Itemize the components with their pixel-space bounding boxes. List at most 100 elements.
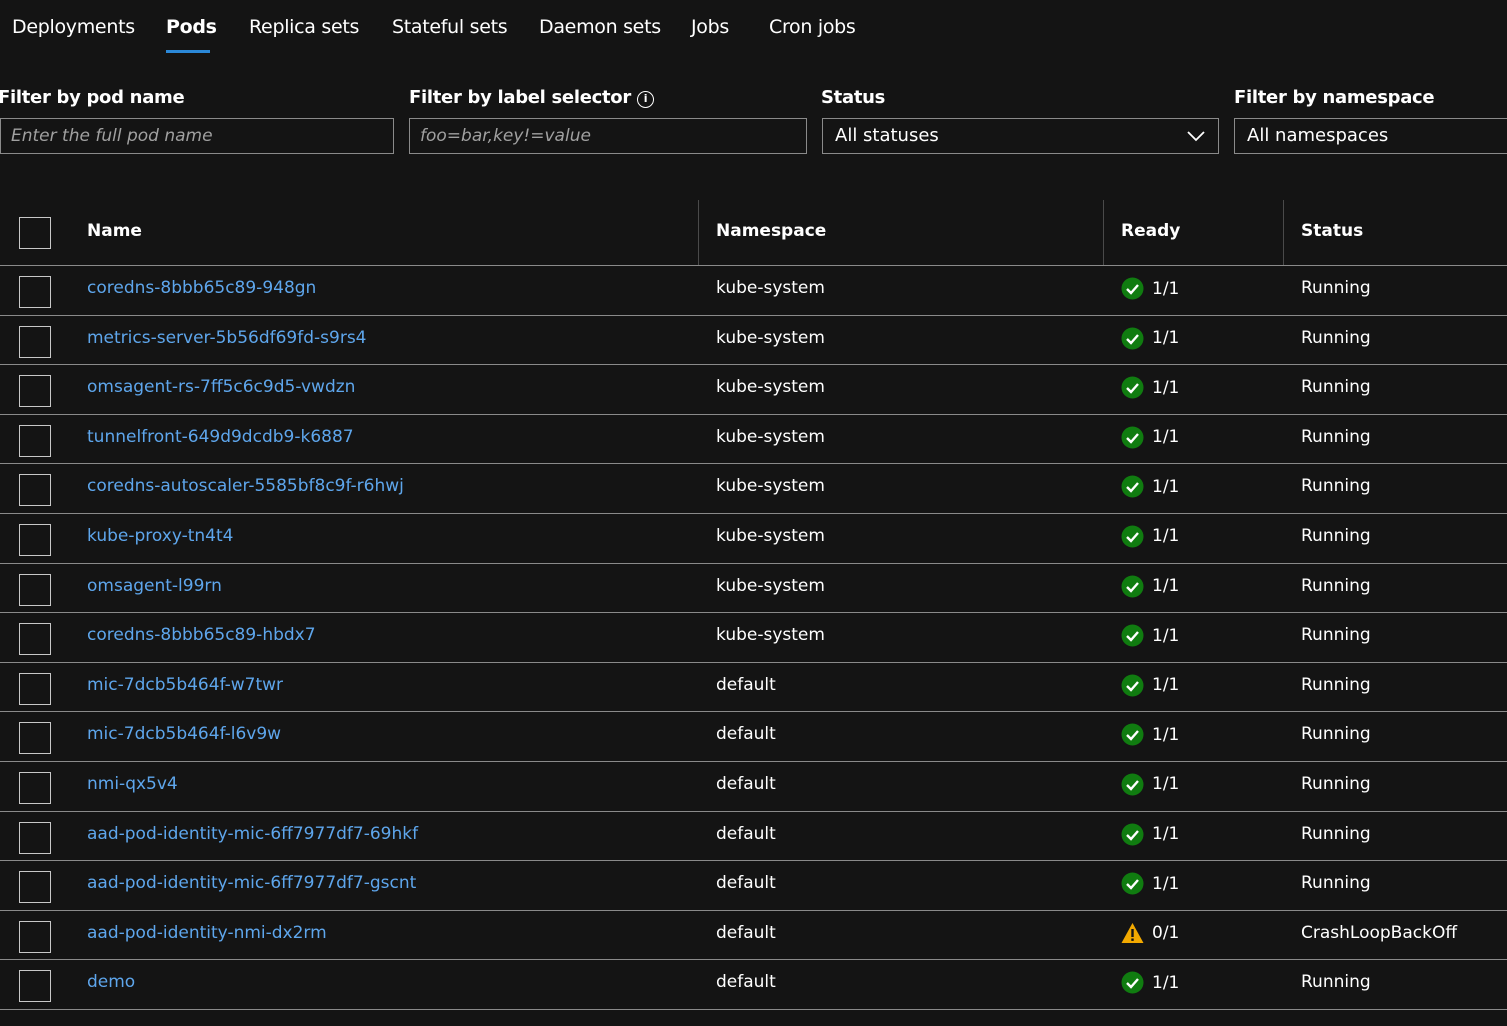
- table-row[interactable]: nmi-qx5v4 default 1/1 Running: [0, 762, 1507, 812]
- pod-name-link[interactable]: mic-7dcb5b464f-w7twr: [87, 675, 283, 695]
- check-circle-icon: [1121, 376, 1152, 399]
- pod-name-link[interactable]: omsagent-rs-7ff5c6c9d5-vwdzn: [87, 377, 355, 397]
- row-checkbox[interactable]: [19, 970, 51, 1003]
- pod-namespace: kube-system: [716, 476, 825, 497]
- row-checkbox[interactable]: [19, 276, 51, 308]
- pod-name-link[interactable]: aad-pod-identity-nmi-dx2rm: [87, 923, 327, 943]
- tab-replica-sets[interactable]: Replica sets: [249, 16, 359, 38]
- row-checkbox[interactable]: [19, 474, 51, 507]
- table-row[interactable]: coredns-8bbb65c89-948gn kube-system 1/1 Run…: [0, 266, 1507, 316]
- row-checkbox[interactable]: [19, 573, 51, 606]
- pod-status: Running: [1301, 426, 1371, 447]
- pod-ready: 1/1: [1121, 376, 1179, 399]
- tab-daemon-sets[interactable]: Daemon sets: [539, 16, 661, 38]
- pod-name-link[interactable]: omsagent-l99rn: [87, 576, 222, 596]
- pod-namespace: kube-system: [716, 377, 825, 398]
- table-row[interactable]: aad-pod-identity-nmi-dx2rm default 0/1 Cras…: [0, 911, 1507, 961]
- row-checkbox[interactable]: [19, 672, 51, 705]
- pod-ready-count: 1/1: [1152, 625, 1180, 646]
- table-row[interactable]: coredns-8bbb65c89-hbdx7 kube-system 1/1 Run…: [0, 613, 1507, 663]
- pod-name-link[interactable]: tunnelfront-649d9dcdb9-k6887: [87, 427, 354, 447]
- pod-ready-count: 1/1: [1152, 377, 1180, 398]
- table-row[interactable]: mic-7dcb5b464f-l6v9w default 1/1 Running: [0, 712, 1507, 762]
- select-all-checkbox[interactable]: [19, 217, 51, 249]
- pod-namespace: default: [716, 972, 776, 993]
- check-circle-icon: [1121, 575, 1152, 598]
- label-selector-filter-label: Filter by label selector i: [409, 87, 654, 108]
- pod-name-link[interactable]: aad-pod-identity-mic-6ff7977df7-gscnt: [87, 873, 416, 893]
- table-row[interactable]: omsagent-rs-7ff5c6c9d5-vwdzn kube-system 1…: [0, 365, 1507, 415]
- column-header-status[interactable]: Status: [1301, 221, 1363, 241]
- column-header-namespace[interactable]: Namespace: [716, 221, 826, 241]
- pod-name-link[interactable]: nmi-qx5v4: [87, 774, 178, 794]
- pod-name-link[interactable]: kube-proxy-tn4t4: [87, 526, 233, 546]
- pod-ready: 1/1: [1121, 624, 1179, 647]
- pod-name-link[interactable]: metrics-server-5b56df69fd-s9rs4: [87, 328, 367, 348]
- row-checkbox[interactable]: [19, 424, 51, 457]
- pod-ready: 1/1: [1121, 971, 1179, 994]
- row-checkbox[interactable]: [19, 821, 51, 854]
- row-checkbox[interactable]: [19, 871, 51, 904]
- resource-tabs: Deployments Pods Replica sets Stateful s…: [0, 0, 1507, 56]
- table-row[interactable]: mic-7dcb5b464f-w7twr default 1/1 Running: [0, 663, 1507, 713]
- pod-status: Running: [1301, 278, 1371, 298]
- status-dropdown[interactable]: All statuses: [822, 118, 1219, 154]
- check-circle-icon: [1121, 426, 1152, 449]
- pod-name-link[interactable]: aad-pod-identity-mic-6ff7977df7-69hkf: [87, 824, 418, 844]
- pod-namespace: default: [716, 674, 776, 695]
- check-circle-icon: [1121, 475, 1152, 498]
- check-circle-icon: [1121, 327, 1152, 350]
- table-row[interactable]: demo default 1/1 Running: [0, 960, 1507, 1010]
- pod-ready-count: 1/1: [1152, 824, 1180, 845]
- column-divider: [698, 200, 699, 265]
- pod-ready: 0/1: [1121, 922, 1179, 944]
- tab-pods[interactable]: Pods: [166, 16, 217, 38]
- pod-name-filter: [0, 118, 394, 154]
- tab-jobs[interactable]: Jobs: [691, 16, 729, 38]
- row-checkbox[interactable]: [19, 523, 51, 556]
- table-row[interactable]: aad-pod-identity-mic-6ff7977df7-gscnt def…: [0, 861, 1507, 911]
- pod-ready: 1/1: [1121, 872, 1179, 895]
- pod-ready-count: 1/1: [1152, 328, 1180, 349]
- status-filter-label: Status: [821, 87, 886, 108]
- pod-name-link[interactable]: coredns-8bbb65c89-hbdx7: [87, 625, 316, 645]
- row-checkbox[interactable]: [19, 920, 51, 953]
- active-tab-indicator: [166, 50, 210, 53]
- row-checkbox[interactable]: [19, 771, 51, 804]
- row-checkbox[interactable]: [19, 375, 51, 408]
- namespace-dropdown[interactable]: All namespaces: [1234, 118, 1507, 154]
- check-circle-icon: [1121, 525, 1152, 548]
- pod-name-input[interactable]: [1, 119, 393, 153]
- tab-deployments[interactable]: Deployments: [12, 16, 135, 38]
- table-row[interactable]: kube-proxy-tn4t4 kube-system 1/1 Running: [0, 514, 1507, 564]
- table-row[interactable]: coredns-autoscaler-5585bf8c9f-r6hwj kube-…: [0, 464, 1507, 514]
- pod-status: Running: [1301, 476, 1371, 497]
- pod-status: Running: [1301, 724, 1371, 745]
- pod-name-link[interactable]: demo: [87, 972, 135, 992]
- pod-name-link[interactable]: coredns-8bbb65c89-948gn: [87, 278, 316, 298]
- column-header-name[interactable]: Name: [87, 221, 142, 241]
- info-icon[interactable]: i: [636, 91, 654, 108]
- table-row[interactable]: tunnelfront-649d9dcdb9-k6887 kube-system 1…: [0, 415, 1507, 465]
- pod-status: Running: [1301, 575, 1371, 596]
- table-row[interactable]: omsagent-l99rn kube-system 1/1 Running: [0, 564, 1507, 614]
- label-selector-input[interactable]: [410, 119, 806, 153]
- table-row[interactable]: metrics-server-5b56df69fd-s9rs4 kube-syst…: [0, 316, 1507, 366]
- table-row[interactable]: aad-pod-identity-mic-6ff7977df7-69hkf def…: [0, 812, 1507, 862]
- check-circle-icon: [1121, 773, 1152, 796]
- pod-ready-count: 1/1: [1152, 278, 1180, 299]
- pod-ready: 1/1: [1121, 674, 1179, 697]
- pod-ready-count: 1/1: [1152, 476, 1180, 497]
- check-circle-icon: [1121, 277, 1152, 300]
- pod-name-link[interactable]: coredns-autoscaler-5585bf8c9f-r6hwj: [87, 476, 404, 496]
- label-selector-label-text: Filter by label selector: [409, 87, 631, 108]
- pod-name-link[interactable]: mic-7dcb5b464f-l6v9w: [87, 724, 281, 744]
- row-checkbox[interactable]: [19, 325, 51, 358]
- column-header-ready[interactable]: Ready: [1121, 221, 1180, 241]
- row-checkbox[interactable]: [19, 623, 51, 656]
- tab-cron-jobs[interactable]: Cron jobs: [769, 16, 856, 38]
- row-checkbox[interactable]: [19, 722, 51, 755]
- tab-stateful-sets[interactable]: Stateful sets: [392, 16, 508, 38]
- check-circle-icon: [1121, 723, 1152, 746]
- check-circle-icon: [1121, 823, 1152, 846]
